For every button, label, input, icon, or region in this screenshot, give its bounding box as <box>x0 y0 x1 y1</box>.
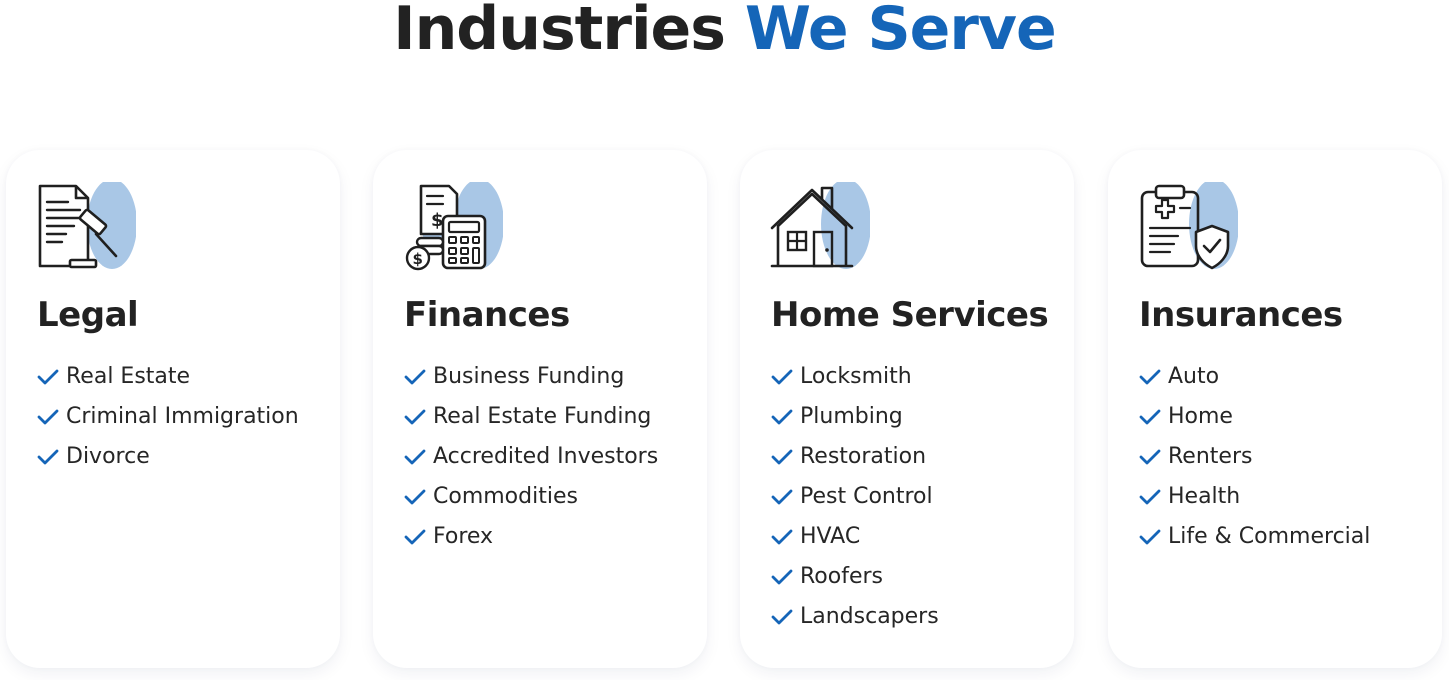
checkmark-icon <box>404 488 426 506</box>
legal-document-gavel-icon <box>36 182 136 272</box>
list-item: Landscapers <box>771 597 939 637</box>
checkmark-icon <box>37 448 59 466</box>
checkmark-icon <box>771 368 793 386</box>
list-item: Plumbing <box>771 397 939 437</box>
industry-card-home-services: Home Services Locksmith Plumbing Restora… <box>740 150 1074 668</box>
list-item: Health <box>1139 477 1370 517</box>
checkmark-icon <box>771 488 793 506</box>
list-item: HVAC <box>771 517 939 557</box>
list-item-label: Restoration <box>800 444 927 469</box>
finance-calculator-coins-icon: $ $ <box>403 182 503 272</box>
checkmark-icon <box>404 368 426 386</box>
checkmark-icon <box>404 408 426 426</box>
list-item: Restoration <box>771 437 939 477</box>
checkmark-icon <box>771 568 793 586</box>
industry-card-insurances: Insurances Auto Home Renters Health Life… <box>1108 150 1442 668</box>
list-item-label: Accredited Investors <box>433 444 659 469</box>
card-title: Home Services <box>771 295 1049 335</box>
checkmark-icon <box>404 528 426 546</box>
list-item-label: Forex <box>433 524 494 549</box>
svg-text:$: $ <box>431 210 444 231</box>
list-item-label: Criminal Immigration <box>66 404 299 429</box>
svg-text:$: $ <box>413 250 423 268</box>
list-item-label: Divorce <box>66 444 150 469</box>
list-item-label: Real Estate Funding <box>433 404 652 429</box>
checkmark-icon <box>1139 528 1161 546</box>
checkmark-icon <box>37 408 59 426</box>
list-item-label: Pest Control <box>800 484 933 509</box>
list-item: Criminal Immigration <box>37 397 299 437</box>
checkmark-icon <box>771 528 793 546</box>
card-title: Insurances <box>1139 295 1343 335</box>
checkmark-icon <box>771 448 793 466</box>
list-item-label: Landscapers <box>800 604 939 629</box>
card-title: Legal <box>37 295 139 335</box>
list-item-label: Business Funding <box>433 364 625 389</box>
list-item-label: Locksmith <box>800 364 912 389</box>
list-item: Real Estate <box>37 357 299 397</box>
list-item: Commodities <box>404 477 658 517</box>
list-item: Forex <box>404 517 658 557</box>
list-item: Divorce <box>37 437 299 477</box>
list-item-label: Home <box>1168 404 1233 429</box>
list-item-label: Auto <box>1168 364 1220 389</box>
list-item: Life & Commercial <box>1139 517 1370 557</box>
checkmark-icon <box>771 608 793 626</box>
checkmark-icon <box>1139 448 1161 466</box>
checkmark-icon <box>771 408 793 426</box>
card-item-list: Auto Home Renters Health Life & Commerci… <box>1139 357 1370 557</box>
checkmark-icon <box>404 448 426 466</box>
card-item-list: Business Funding Real Estate Funding Acc… <box>404 357 658 557</box>
house-icon <box>770 182 870 272</box>
list-item: Real Estate Funding <box>404 397 658 437</box>
industry-card-finances: $ $ Finances Business Funding Real Estat… <box>373 150 707 668</box>
list-item: Locksmith <box>771 357 939 397</box>
list-item: Auto <box>1139 357 1370 397</box>
list-item-label: Real Estate <box>66 364 191 389</box>
card-item-list: Locksmith Plumbing Restoration Pest Cont… <box>771 357 939 637</box>
checkmark-icon <box>1139 488 1161 506</box>
list-item: Pest Control <box>771 477 939 517</box>
list-item-label: Roofers <box>800 564 884 589</box>
industry-card-legal: Legal Real Estate Criminal Immigration D… <box>6 150 340 668</box>
list-item-label: Health <box>1168 484 1241 509</box>
list-item-label: Renters <box>1168 444 1253 469</box>
section-title-main: Industries <box>393 0 726 64</box>
checkmark-icon <box>1139 368 1161 386</box>
list-item: Home <box>1139 397 1370 437</box>
list-item: Roofers <box>771 557 939 597</box>
list-item-label: Life & Commercial <box>1168 524 1371 549</box>
section-title: Industries We Serve <box>0 0 1449 70</box>
insurance-clipboard-shield-icon <box>1138 182 1238 272</box>
checkmark-icon <box>37 368 59 386</box>
list-item: Renters <box>1139 437 1370 477</box>
industry-cards: Legal Real Estate Criminal Immigration D… <box>6 150 1443 668</box>
card-item-list: Real Estate Criminal Immigration Divorce <box>37 357 299 477</box>
list-item-label: Plumbing <box>800 404 903 429</box>
list-item: Accredited Investors <box>404 437 658 477</box>
list-item-label: Commodities <box>433 484 578 509</box>
section-title-accent: We Serve <box>744 0 1057 64</box>
card-title: Finances <box>404 295 570 335</box>
list-item: Business Funding <box>404 357 658 397</box>
list-item-label: HVAC <box>800 524 861 549</box>
checkmark-icon <box>1139 408 1161 426</box>
